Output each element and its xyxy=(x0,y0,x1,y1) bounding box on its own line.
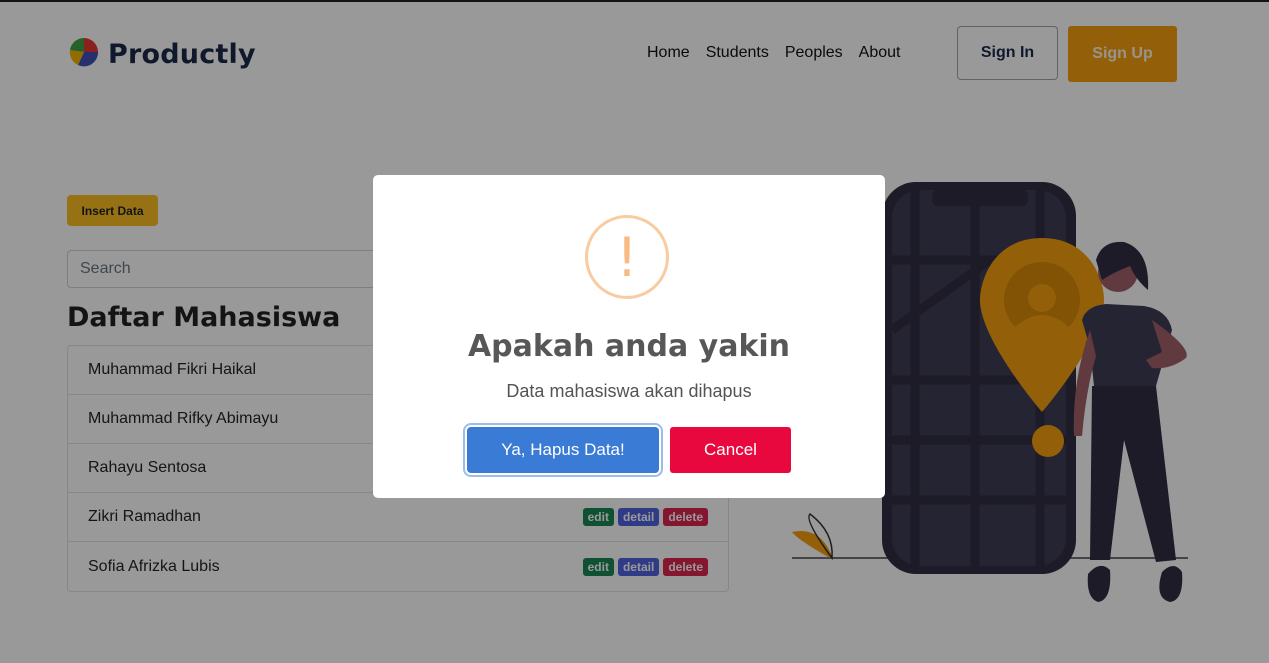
confirm-delete-button[interactable]: Ya, Hapus Data! xyxy=(467,427,659,473)
warning-glyph: ! xyxy=(616,225,638,289)
dialog-text: Data mahasiswa akan dihapus xyxy=(506,381,752,401)
confirm-dialog: ! Apakah anda yakin Data mahasiswa akan … xyxy=(373,175,885,498)
dialog-title: Apakah anda yakin xyxy=(467,329,791,364)
warning-icon: ! xyxy=(585,215,669,299)
cancel-button[interactable]: Cancel xyxy=(670,427,791,473)
